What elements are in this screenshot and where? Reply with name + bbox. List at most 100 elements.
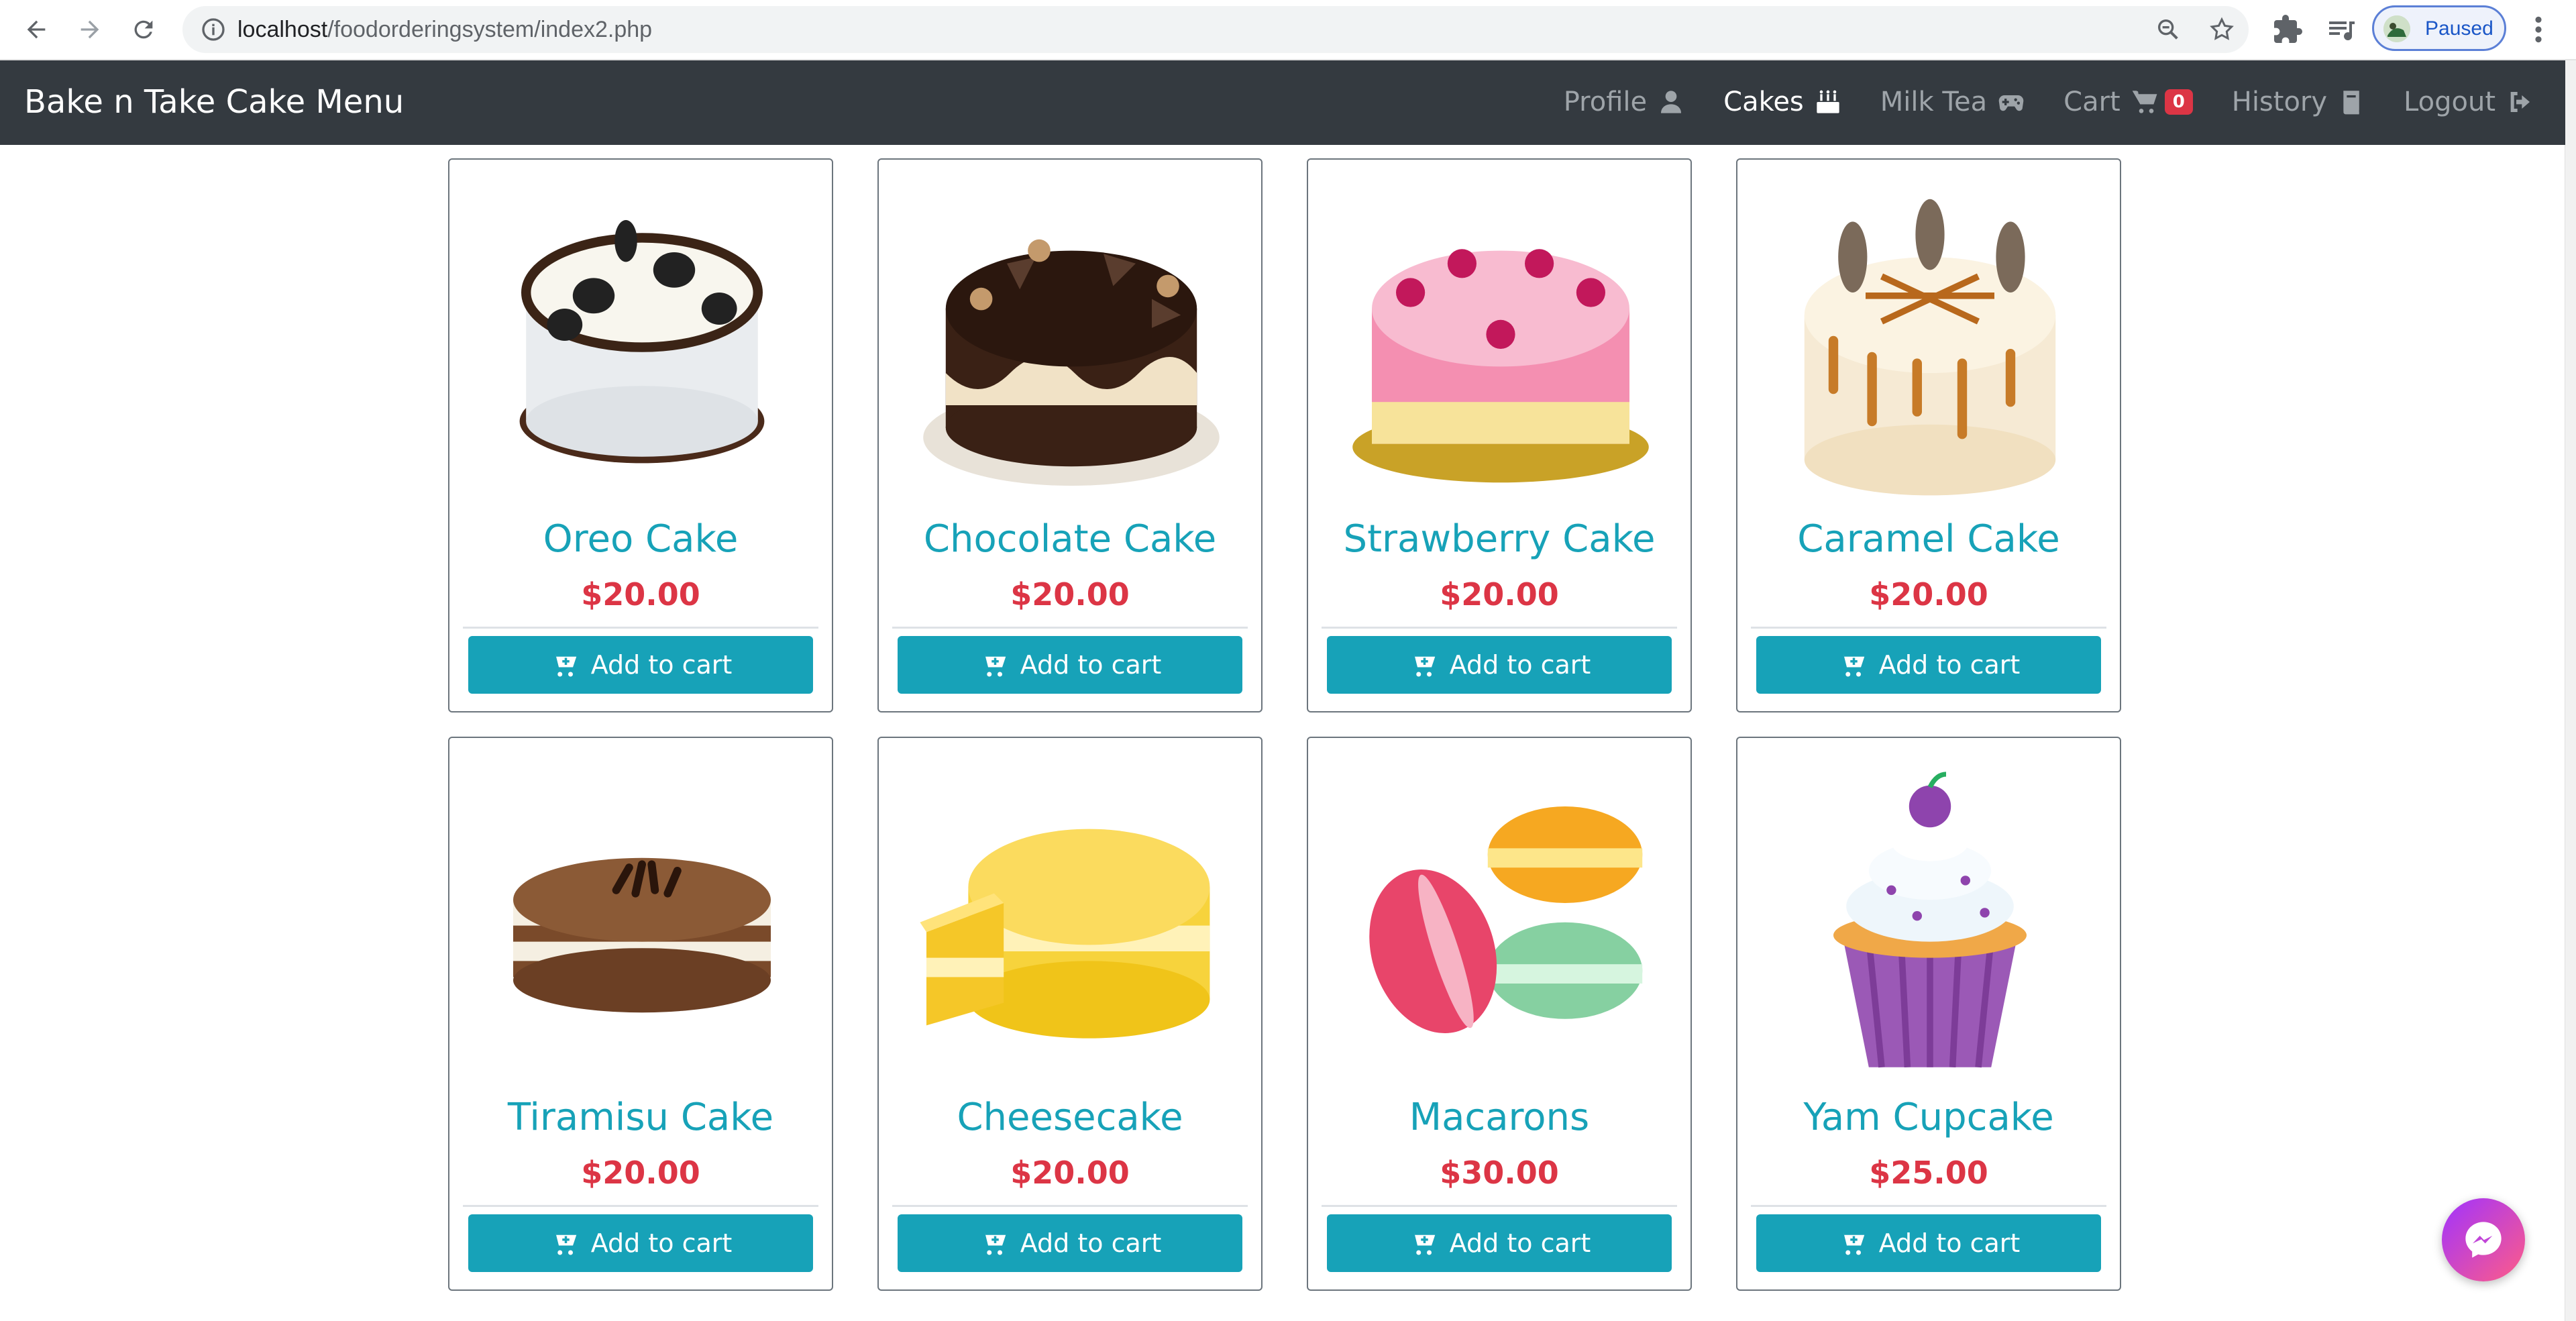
product-name[interactable]: Macarons [1308, 1094, 1690, 1142]
product-image[interactable] [1762, 751, 2098, 1087]
strawberry-cake-image [1352, 249, 1649, 483]
product-image[interactable] [1333, 751, 1668, 1087]
gamepad-icon [1998, 95, 2024, 111]
add-to-cart-button[interactable]: Add to cart [898, 1214, 1242, 1272]
chocolate-cake-image [923, 239, 1220, 486]
product-price: $20.00 [1440, 576, 1559, 613]
product-name[interactable]: Oreo Cake [449, 515, 832, 564]
add-to-cart-label: Add to cart [1020, 650, 1162, 680]
url-text[interactable]: localhost/foodorderingsystem/index2.php [237, 15, 652, 44]
add-to-cart-button[interactable]: Add to cart [1327, 636, 1672, 694]
add-to-cart-label: Add to cart [1449, 650, 1591, 680]
divider [1751, 627, 2106, 629]
book-icon [2343, 91, 2359, 115]
cart-plus-icon [1409, 653, 1435, 677]
add-to-cart-button[interactable]: Add to cart [898, 636, 1242, 694]
product-image[interactable] [474, 173, 810, 509]
product-name[interactable]: Caramel Cake [1737, 515, 2120, 564]
product-price: $20.00 [1010, 576, 1130, 613]
zoom-icon[interactable] [2155, 16, 2182, 43]
add-to-cart-button[interactable]: Add to cart [1756, 1214, 2101, 1272]
nav-history[interactable]: History [2232, 87, 2365, 117]
product-image[interactable] [474, 751, 810, 1087]
messenger-icon [2465, 1222, 2502, 1258]
add-to-cart-button[interactable]: Add to cart [468, 1214, 813, 1272]
oreo-cake-image [519, 220, 765, 464]
add-to-cart-label: Add to cart [1878, 650, 2021, 680]
cart-plus-icon [1838, 1231, 1864, 1255]
cart-plus-icon [550, 653, 576, 677]
product-price: $25.00 [1869, 1155, 1988, 1191]
divider [892, 1205, 1248, 1207]
add-to-cart-button[interactable]: Add to cart [1756, 636, 2101, 694]
add-to-cart-label: Add to cart [590, 1228, 733, 1258]
cart-count-badge: 0 [2164, 89, 2193, 115]
nav-logout[interactable]: Logout [2404, 87, 2533, 117]
tiramisu-cake-image [513, 857, 771, 1013]
nav-profile[interactable]: Profile [1564, 87, 1684, 117]
reload-icon[interactable] [123, 9, 164, 50]
product-name[interactable]: Yam Cupcake [1737, 1094, 2120, 1142]
divider [1322, 627, 1677, 629]
nav-cakes-label: Cakes [1723, 87, 1804, 117]
product-grid: Oreo Cake $20.00 Add to cart Chocolate C… [448, 158, 2125, 1291]
nav-logout-label: Logout [2404, 87, 2496, 117]
profile-chip[interactable]: Paused [2372, 5, 2506, 51]
product-card: Caramel Cake $20.00 Add to cart [1736, 158, 2121, 712]
brand-title[interactable]: Bake n Take Cake Menu [24, 81, 404, 123]
add-to-cart-label: Add to cart [1878, 1228, 2021, 1258]
product-price: $20.00 [581, 1155, 700, 1191]
forward-icon[interactable] [70, 9, 110, 50]
info-icon[interactable] [200, 16, 227, 43]
divider [892, 627, 1248, 629]
media-queue-icon[interactable] [2325, 13, 2357, 46]
page-scrollbar[interactable] [2565, 60, 2576, 1321]
product-card: Macarons $30.00 Add to cart [1307, 737, 1692, 1291]
add-to-cart-button[interactable]: Add to cart [1327, 1214, 1672, 1272]
nav-links: Profile Cakes Milk Tea Cart 0 History Lo… [1525, 79, 2533, 125]
divider [1322, 1205, 1677, 1207]
nav-cart[interactable]: Cart 0 [2063, 87, 2193, 117]
product-name[interactable]: Strawberry Cake [1308, 515, 1690, 564]
divider [1751, 1205, 2106, 1207]
nav-milk-tea[interactable]: Milk Tea [1880, 87, 2025, 117]
bookmark-star-icon[interactable] [2208, 16, 2235, 43]
cart-plus-icon [979, 1231, 1006, 1255]
add-to-cart-label: Add to cart [1449, 1228, 1591, 1258]
product-card: Yam Cupcake $25.00 Add to cart [1736, 737, 2121, 1291]
url-host: localhost [237, 17, 328, 42]
cart-plus-icon [979, 653, 1006, 677]
address-bar[interactable]: localhost/foodorderingsystem/index2.php [182, 6, 2249, 53]
add-to-cart-button[interactable]: Add to cart [468, 636, 813, 694]
product-name[interactable]: Cheesecake [879, 1094, 1261, 1142]
yam-cupcake-image [1833, 772, 2027, 1068]
shopping-cart-icon [2132, 91, 2157, 113]
divider [463, 627, 818, 629]
sign-out-icon [2510, 92, 2530, 112]
url-path: /foodorderingsystem/index2.php [327, 17, 653, 42]
product-image[interactable] [904, 173, 1239, 509]
product-price: $20.00 [581, 576, 700, 613]
cart-plus-icon [1838, 653, 1864, 677]
add-to-cart-label: Add to cart [590, 650, 733, 680]
back-icon[interactable] [16, 9, 56, 50]
profile-status-label: Paused [2425, 17, 2493, 40]
product-image[interactable] [1762, 173, 2098, 509]
product-price: $30.00 [1440, 1155, 1559, 1191]
product-price: $20.00 [1869, 576, 1988, 613]
nav-cakes[interactable]: Cakes [1723, 87, 1841, 117]
nav-cart-label: Cart [2063, 87, 2121, 117]
product-image[interactable] [904, 751, 1239, 1087]
extensions-icon[interactable] [2271, 13, 2304, 46]
nav-profile-label: Profile [1563, 87, 1648, 117]
messenger-chat-button[interactable] [2442, 1198, 2525, 1281]
product-card: Cheesecake $20.00 Add to cart [877, 737, 1263, 1291]
product-name[interactable]: Tiramisu Cake [449, 1094, 832, 1142]
product-name[interactable]: Chocolate Cake [879, 515, 1261, 564]
product-image[interactable] [1333, 173, 1668, 509]
macarons-image [1369, 806, 1643, 1033]
cart-plus-icon [550, 1231, 576, 1255]
product-card: Strawberry Cake $20.00 Add to cart [1307, 158, 1692, 712]
site-navbar: Bake n Take Cake Menu Profile Cakes Milk… [0, 60, 2565, 145]
more-menu-icon[interactable] [2530, 15, 2546, 44]
